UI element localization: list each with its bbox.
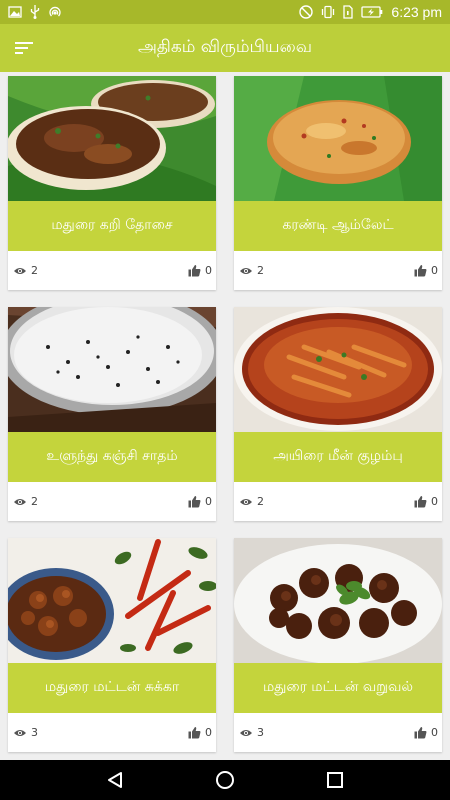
status-right-icons: 6:23 pm xyxy=(299,4,442,20)
recipe-footer: 2 0 xyxy=(8,251,216,290)
likes-count: 0 xyxy=(205,726,212,739)
app-bar: அதிகம் விரும்பியவை xyxy=(0,24,450,72)
menu-button[interactable] xyxy=(0,24,48,72)
usb-icon xyxy=(30,5,40,19)
views-stat: 2 xyxy=(13,264,38,277)
eye-icon xyxy=(14,267,26,274)
recipe-title: உளுந்து கஞ்சி சாதம் xyxy=(8,432,216,482)
recents-icon xyxy=(327,772,343,788)
likes-stat[interactable]: 0 xyxy=(188,726,212,739)
sim-icon xyxy=(343,5,354,19)
karandi-omelette-photo xyxy=(234,76,442,201)
recipe-card[interactable]: கரண்டி ஆம்லேட் 2 0 xyxy=(234,76,442,290)
do-not-disturb-icon xyxy=(299,5,314,19)
back-button[interactable] xyxy=(93,760,137,800)
recipe-footer: 3 0 xyxy=(234,713,442,752)
battery-charging-icon xyxy=(361,6,383,18)
thumbs-up-icon xyxy=(414,727,427,739)
likes-count: 0 xyxy=(205,264,212,277)
eye-icon xyxy=(14,729,26,736)
likes-count: 0 xyxy=(431,495,438,508)
thumbs-up-icon xyxy=(188,727,201,739)
thumbs-up-icon xyxy=(188,265,201,277)
status-bar: 6:23 pm xyxy=(0,0,450,24)
views-stat: 3 xyxy=(13,726,38,739)
recipe-card[interactable]: மதுரை மட்டன் வறுவல் 3 0 xyxy=(234,538,442,752)
views-count: 3 xyxy=(31,726,38,739)
menu-icon xyxy=(15,42,33,54)
recipe-footer: 2 0 xyxy=(234,482,442,521)
views-count: 2 xyxy=(257,495,264,508)
thumbs-up-icon xyxy=(188,496,201,508)
recipe-title: மதுரை மட்டன் சுக்கா xyxy=(8,663,216,713)
views-count: 3 xyxy=(257,726,264,739)
thumbs-up-icon xyxy=(414,265,427,277)
views-stat: 2 xyxy=(239,264,264,277)
status-time: 6:23 pm xyxy=(391,4,442,20)
ayirai-meen-kuzhambu-photo xyxy=(234,307,442,432)
recipe-footer: 3 0 xyxy=(8,713,216,752)
recipe-grid: மதுரை கறி தோசை 2 0 கரண்டி ஆம்லேட் 2 0 உள… xyxy=(0,72,450,760)
eye-icon xyxy=(14,498,26,505)
vibrate-icon xyxy=(322,5,335,19)
recipe-title: மதுரை மட்டன் வறுவல் xyxy=(234,663,442,713)
thumbs-up-icon xyxy=(414,496,427,508)
views-stat: 2 xyxy=(13,495,38,508)
recipe-card[interactable]: மதுரை மட்டன் சுக்கா 3 0 xyxy=(8,538,216,752)
likes-stat[interactable]: 0 xyxy=(188,495,212,508)
recents-button[interactable] xyxy=(313,760,357,800)
recipe-title: மதுரை கறி தோசை xyxy=(8,201,216,251)
kari-dosa-photo xyxy=(8,76,216,201)
back-icon xyxy=(108,772,122,788)
mutton-varuval-photo xyxy=(234,538,442,663)
gallery-icon xyxy=(8,6,22,18)
eye-icon xyxy=(240,267,252,274)
mutton-chukka-photo xyxy=(8,538,216,663)
ulundhu-kanji-photo xyxy=(8,307,216,432)
likes-stat[interactable]: 0 xyxy=(414,495,438,508)
eye-icon xyxy=(240,498,252,505)
likes-count: 0 xyxy=(431,726,438,739)
recipe-footer: 2 0 xyxy=(8,482,216,521)
views-count: 2 xyxy=(257,264,264,277)
home-icon xyxy=(216,771,234,789)
likes-stat[interactable]: 0 xyxy=(188,264,212,277)
likes-stat[interactable]: 0 xyxy=(414,264,438,277)
likes-stat[interactable]: 0 xyxy=(414,726,438,739)
hotspot-icon xyxy=(49,6,61,17)
page-title: அதிகம் விரும்பியவை xyxy=(138,37,312,57)
home-button[interactable] xyxy=(203,760,247,800)
views-stat: 2 xyxy=(239,495,264,508)
recipe-card[interactable]: மதுரை கறி தோசை 2 0 xyxy=(8,76,216,290)
system-nav-bar xyxy=(0,760,450,800)
recipe-footer: 2 0 xyxy=(234,251,442,290)
recipe-title: கரண்டி ஆம்லேட் xyxy=(234,201,442,251)
recipe-card[interactable]: உளுந்து கஞ்சி சாதம் 2 0 xyxy=(8,307,216,521)
likes-count: 0 xyxy=(431,264,438,277)
likes-count: 0 xyxy=(205,495,212,508)
views-count: 2 xyxy=(31,264,38,277)
views-count: 2 xyxy=(31,495,38,508)
status-left-icons xyxy=(8,5,62,19)
recipe-card[interactable]: அயிரை மீன் குழம்பு 2 0 xyxy=(234,307,442,521)
views-stat: 3 xyxy=(239,726,264,739)
recipe-title: அயிரை மீன் குழம்பு xyxy=(234,432,442,482)
eye-icon xyxy=(240,729,252,736)
